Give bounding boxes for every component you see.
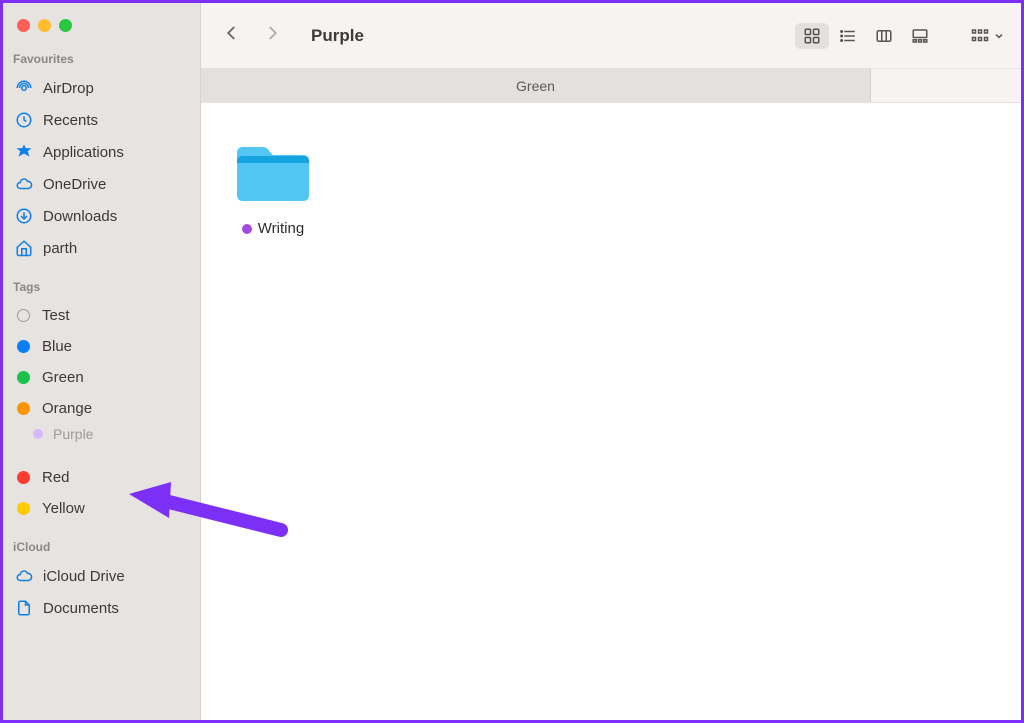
sidebar-item-label: Purple (53, 426, 93, 442)
tab-bar: Green (201, 69, 1021, 103)
cloud-icon (15, 175, 33, 193)
folder-icon (225, 141, 321, 210)
toolbar: Purple (201, 3, 1021, 69)
sidebar-item-label: Blue (42, 338, 72, 355)
traffic-lights (3, 11, 200, 50)
icloud-icon (15, 567, 33, 585)
minimize-window[interactable] (38, 19, 51, 32)
sidebar-tag-red[interactable]: Red (3, 462, 200, 493)
sidebar-item-label: AirDrop (43, 80, 94, 97)
sidebar-item-home[interactable]: parth (3, 232, 200, 264)
sidebar: Favourites AirDrop Recents Applications … (3, 3, 201, 720)
tag-dot-purple-icon (242, 224, 252, 234)
tag-circle-blue-icon (17, 340, 30, 353)
sidebar-item-icloud-drive[interactable]: iCloud Drive (3, 560, 200, 592)
view-columns-button[interactable] (867, 23, 901, 49)
view-list-button[interactable] (831, 23, 865, 49)
download-icon (15, 207, 33, 225)
view-icons-button[interactable] (795, 23, 829, 49)
tab-label: Green (516, 78, 555, 94)
sidebar-tag-orange[interactable]: Orange (3, 393, 200, 424)
view-switcher (793, 21, 939, 51)
sidebar-tag-test[interactable]: Test (3, 300, 200, 331)
main-area: Purple Green (201, 3, 1021, 720)
sidebar-item-label: Yellow (42, 500, 85, 517)
group-by-button[interactable] (969, 27, 1005, 45)
sidebar-item-label: Downloads (43, 208, 117, 225)
tag-circle-red-icon (17, 471, 30, 484)
sidebar-item-label: OneDrive (43, 176, 106, 193)
view-gallery-button[interactable] (903, 23, 937, 49)
home-icon (15, 239, 33, 257)
sidebar-tag-blue[interactable]: Blue (3, 331, 200, 362)
folder-item-writing[interactable]: Writing (225, 141, 321, 239)
sidebar-item-label: Green (42, 369, 84, 386)
sidebar-item-label: Test (42, 307, 70, 324)
tag-circle-purple-icon (33, 429, 43, 439)
tag-circle-yellow-icon (17, 502, 30, 515)
applications-icon (15, 143, 33, 161)
forward-button[interactable] (263, 22, 281, 49)
sidebar-item-documents[interactable]: Documents (3, 592, 200, 624)
sidebar-item-label: Documents (43, 600, 119, 617)
section-heading-favourites: Favourites (3, 50, 200, 72)
sidebar-tag-purple-dragging[interactable]: Purple (3, 424, 200, 444)
sidebar-item-airdrop[interactable]: AirDrop (3, 72, 200, 104)
sidebar-item-label: Red (42, 469, 70, 486)
clock-icon (15, 111, 33, 129)
sidebar-item-label: iCloud Drive (43, 568, 125, 585)
document-icon (15, 599, 33, 617)
nav-buttons (223, 22, 281, 49)
sidebar-tag-yellow[interactable]: Yellow (3, 493, 200, 524)
tag-circle-green-icon (17, 371, 30, 384)
chevron-down-icon (993, 30, 1005, 42)
airdrop-icon (15, 79, 33, 97)
section-heading-tags: Tags (3, 278, 200, 300)
tag-circle-orange-icon (17, 402, 30, 415)
window-title: Purple (311, 26, 364, 46)
sidebar-item-label: Applications (43, 144, 124, 161)
back-button[interactable] (223, 22, 241, 49)
sidebar-item-onedrive[interactable]: OneDrive (3, 168, 200, 200)
tag-circle-empty-icon (17, 309, 30, 322)
zoom-window[interactable] (59, 19, 72, 32)
sidebar-item-label: Recents (43, 112, 98, 129)
tab-green[interactable]: Green (201, 69, 871, 102)
sidebar-item-downloads[interactable]: Downloads (3, 200, 200, 232)
section-heading-icloud: iCloud (3, 538, 200, 560)
folder-label: Writing (242, 220, 304, 237)
folder-name: Writing (258, 220, 304, 237)
sidebar-tag-green[interactable]: Green (3, 362, 200, 393)
sidebar-item-label: Orange (42, 400, 92, 417)
sidebar-item-applications[interactable]: Applications (3, 136, 200, 168)
close-window[interactable] (17, 19, 30, 32)
sidebar-item-recents[interactable]: Recents (3, 104, 200, 136)
sidebar-item-label: parth (43, 240, 77, 257)
content-area[interactable]: Writing (201, 103, 1021, 720)
